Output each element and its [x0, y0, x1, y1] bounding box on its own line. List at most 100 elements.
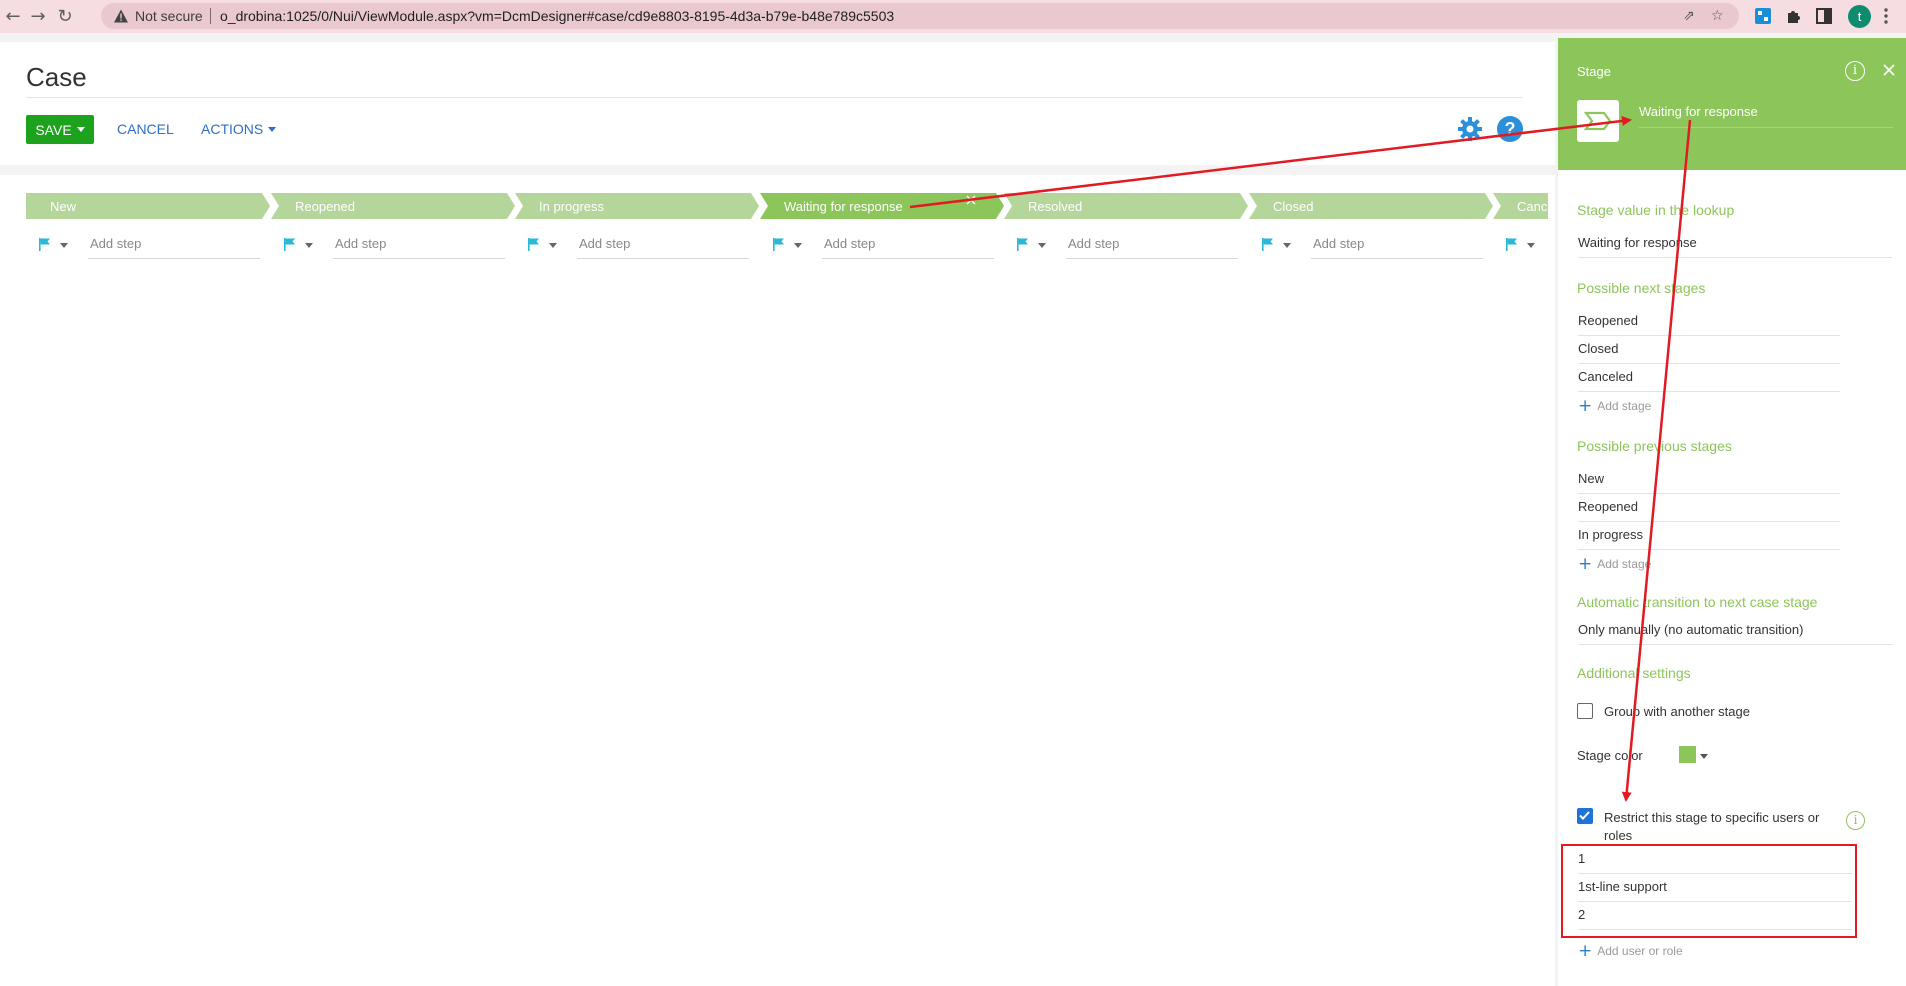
help-icon[interactable]: ?: [1497, 116, 1523, 142]
flag-icon[interactable]: [1505, 237, 1519, 251]
url-text[interactable]: o_drobina:1025/0/Nui/ViewModule.aspx?vm=…: [220, 8, 894, 24]
share-icon[interactable]: ⇗: [1683, 8, 1699, 24]
caret-down-icon: [268, 126, 277, 132]
plus-icon: +: [1578, 941, 1593, 961]
caret-down-icon[interactable]: [1283, 243, 1291, 248]
stage-label: Waiting for response: [784, 199, 903, 214]
add-next-stage-link[interactable]: + Add stage: [1578, 396, 1652, 416]
stage-item[interactable]: New: [26, 193, 270, 219]
plus-icon: +: [1578, 554, 1593, 574]
cancel-button[interactable]: CANCEL: [117, 121, 174, 137]
caret-down-icon[interactable]: [549, 243, 557, 248]
add-step-input[interactable]: Add step: [1311, 235, 1483, 259]
caret-down-icon[interactable]: [305, 243, 313, 248]
close-icon[interactable]: [1879, 60, 1899, 80]
stage-item[interactable]: Resolved: [1004, 193, 1248, 219]
extension-translate-icon[interactable]: [1754, 7, 1772, 25]
add-prev-stage-link[interactable]: + Add stage: [1578, 554, 1651, 574]
actions-button-label: ACTIONS: [201, 121, 264, 137]
flag-icon[interactable]: [38, 237, 52, 251]
plus-icon: +: [1578, 396, 1593, 416]
caret-down-icon[interactable]: [1700, 754, 1708, 759]
step-row: Add step: [26, 229, 266, 259]
browser-menu-icon[interactable]: [1883, 6, 1889, 26]
stage-item[interactable]: Cance: [1493, 193, 1548, 219]
add-user-role-link[interactable]: + Add user or role: [1578, 941, 1683, 961]
page-title: Case: [26, 62, 87, 92]
flag-icon[interactable]: [1261, 237, 1275, 251]
restrict-info-icon[interactable]: i: [1846, 811, 1865, 830]
stage-color-label: Stage color: [1577, 748, 1643, 763]
next-stage-item[interactable]: Closed: [1578, 341, 1840, 364]
step-row: Add step: [1249, 229, 1489, 259]
add-step-input[interactable]: Add step: [822, 235, 994, 259]
add-step-input[interactable]: Add step: [88, 235, 260, 259]
add-step-input[interactable]: Add step: [333, 235, 505, 259]
stage-tile: [1577, 100, 1619, 142]
restrict-label-line: roles: [1604, 828, 1633, 843]
group-checkbox[interactable]: [1577, 703, 1593, 719]
security-label: Not secure: [135, 8, 203, 24]
info-icon[interactable]: i: [1845, 61, 1865, 81]
star-icon[interactable]: ☆: [1711, 8, 1727, 24]
stage-remove-icon[interactable]: [964, 193, 978, 207]
next-stages-title: Possible next stages: [1577, 280, 1706, 296]
prev-stage-item[interactable]: New: [1578, 471, 1840, 494]
restrict-label: Restrict this stage to specific users or…: [1604, 810, 1819, 843]
side-panel-icon[interactable]: [1815, 7, 1833, 25]
step-row: Add step: [271, 229, 511, 259]
auto-transition-field[interactable]: Only manually (no automatic transition): [1578, 622, 1892, 645]
warning-icon: [114, 9, 128, 23]
save-button[interactable]: SAVE: [26, 115, 94, 144]
profile-avatar[interactable]: t: [1848, 5, 1871, 28]
prev-stage-item[interactable]: Reopened: [1578, 499, 1840, 522]
reload-icon[interactable]: ↻: [54, 5, 76, 27]
next-stage-item[interactable]: Reopened: [1578, 313, 1840, 336]
address-bar[interactable]: Not secure o_drobina:1025/0/Nui/ViewModu…: [101, 3, 1739, 29]
additional-settings-title: Additional settings: [1577, 665, 1691, 681]
stage-color-swatch[interactable]: [1679, 746, 1696, 763]
restrict-checkbox[interactable]: [1577, 808, 1593, 824]
back-arrow-icon[interactable]: ←: [2, 5, 24, 27]
stage-settings-panel: Stage i Waiting for response Stage value…: [1558, 38, 1906, 986]
stage-bar: New Reopened In progress Waiting for respon…: [26, 193, 1548, 219]
annotation-highlight-box: [1561, 844, 1857, 938]
prev-stage-item[interactable]: In progress: [1578, 527, 1840, 550]
title-divider: [26, 97, 1522, 98]
stage-item[interactable]: Closed: [1249, 193, 1493, 219]
stage-label: Closed: [1273, 199, 1314, 214]
flag-icon[interactable]: [283, 237, 297, 251]
restrict-label-line: Restrict this stage to specific users or: [1604, 810, 1820, 825]
stage-chevron-icon: [1583, 111, 1612, 131]
actions-button[interactable]: ACTIONS: [201, 121, 277, 137]
flag-icon[interactable]: [527, 237, 541, 251]
flag-icon[interactable]: [1016, 237, 1030, 251]
puzzle-icon[interactable]: [1785, 7, 1803, 25]
forward-arrow-icon[interactable]: →: [27, 5, 49, 27]
caret-down-icon[interactable]: [60, 243, 68, 248]
next-stage-item[interactable]: Canceled: [1578, 369, 1840, 392]
add-step-input[interactable]: Add step: [1066, 235, 1238, 259]
add-stage-label: Add stage: [1597, 399, 1652, 413]
panel-header-label: Stage: [1577, 64, 1611, 79]
caret-down-icon[interactable]: [1527, 243, 1535, 248]
stage-name-field[interactable]: Waiting for response: [1639, 104, 1893, 128]
stage-label: Resolved: [1028, 199, 1083, 214]
browser-toolbar: ← → ↻ Not secure o_drobina:1025/0/Nui/Vi…: [0, 0, 1906, 33]
stage-item[interactable]: Waiting for response: [760, 193, 1004, 219]
flag-icon[interactable]: [772, 237, 786, 251]
lookup-section-title: Stage value in the lookup: [1577, 202, 1735, 218]
add-user-role-label: Add user or role: [1597, 944, 1683, 958]
caret-down-icon[interactable]: [794, 243, 802, 248]
panel-header: Stage i Waiting for response: [1558, 38, 1906, 170]
stage-item[interactable]: Reopened: [271, 193, 515, 219]
gear-icon[interactable]: [1457, 116, 1483, 142]
caret-down-icon[interactable]: [1038, 243, 1046, 248]
add-step-input[interactable]: Add step: [577, 235, 749, 259]
stage-label: Reopened: [295, 199, 355, 214]
step-row: Add step: [515, 229, 755, 259]
stage-item[interactable]: In progress: [515, 193, 759, 219]
step-row: Add step: [1004, 229, 1244, 259]
lookup-value-field[interactable]: Waiting for response: [1578, 235, 1892, 258]
prev-stages-title: Possible previous stages: [1577, 438, 1732, 454]
